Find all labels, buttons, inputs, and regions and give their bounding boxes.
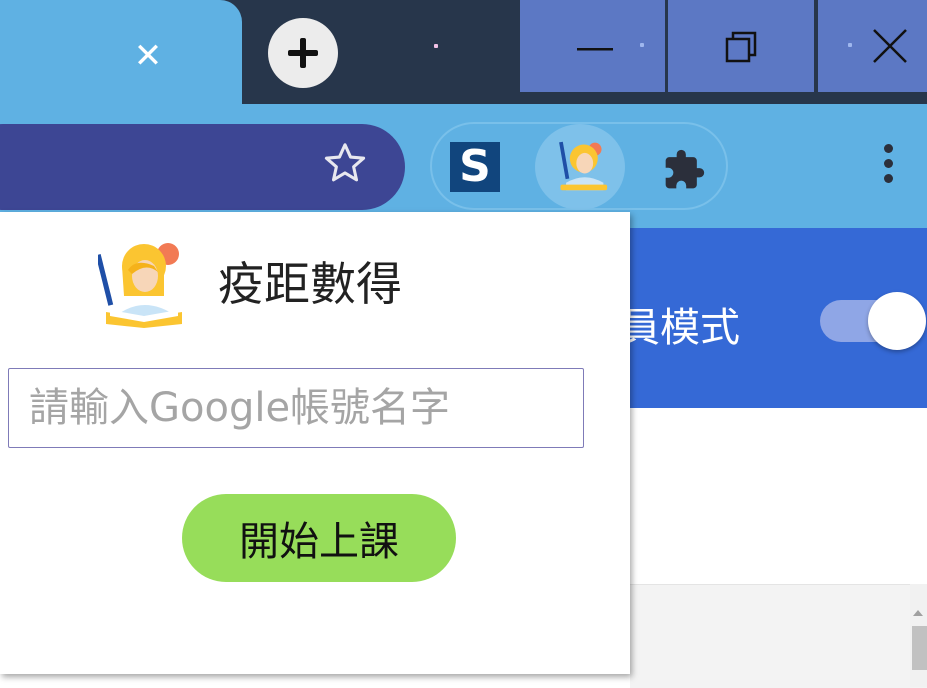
start-class-button[interactable]: 開始上課 [182,494,456,582]
tab-close-icon[interactable]: ✕ [128,36,168,76]
kebab-menu-icon[interactable] [878,140,898,200]
window-dot [848,43,852,47]
restore-button[interactable] [668,0,814,92]
restore-icon [725,31,757,63]
google-name-input[interactable] [8,368,584,448]
tabstrip-dot [434,44,438,48]
s-extension-icon[interactable]: S [450,142,500,192]
new-tab-button[interactable] [268,18,338,88]
mode-toggle-knob[interactable] [868,292,926,350]
window-dot [640,43,644,47]
minimize-button[interactable] [520,0,665,92]
page-content-area [630,584,927,688]
window-close-button[interactable] [818,0,927,92]
teacher-reading-icon [98,243,182,328]
active-tab[interactable]: ✕ [0,0,242,108]
teacher-extension-button[interactable] [535,124,625,210]
scrollbar-thumb[interactable] [912,626,927,670]
teacher-extension-icon [559,141,608,191]
popup-title: 疫距數得 [218,257,402,311]
close-icon [873,29,907,63]
star-outline-icon[interactable] [322,140,368,186]
puzzle-icon[interactable] [662,148,706,192]
minimize-icon [577,48,613,51]
scroll-up-arrow-icon[interactable] [913,610,923,616]
mode-label: 員模式 [620,305,740,351]
plus-icon [288,38,318,68]
